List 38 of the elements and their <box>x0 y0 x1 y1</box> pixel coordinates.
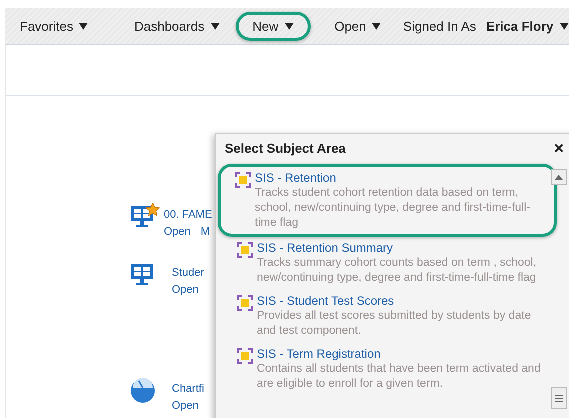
scroll-up-icon[interactable] <box>551 169 567 185</box>
item-title-link[interactable]: Chartfi <box>172 383 204 395</box>
subject-area-title: SIS - Retention Summary <box>257 241 394 256</box>
subject-area-title: SIS - Student Test Scores <box>257 294 396 309</box>
nav-menu[interactable]: New <box>236 12 311 40</box>
dialog-title: Select Subject Area <box>225 140 346 156</box>
subject-area-icon <box>235 172 251 188</box>
subject-area-item[interactable]: SIS - Term Registration Contains all students that have been term activated and are eligible to enroll for a given term. <box>220 343 551 396</box>
caret-icon <box>79 22 88 30</box>
item-action-link[interactable]: Open <box>172 400 199 412</box>
subject-area-item[interactable]: SIS - Retention Summary Tracks summary cohort counts based on term , school, new/continuing type, degree and first-time-full-time flag <box>220 237 551 290</box>
subject-area-item[interactable]: SIS - Retention Tracks student cohort retention data based on term, school, new/continuing type, degree and first-time-full-time flag <box>218 164 557 237</box>
item-title-link[interactable]: 00. FAME <box>164 209 212 221</box>
caret-icon <box>210 22 220 30</box>
scroll-thumb[interactable] <box>551 387 567 409</box>
item-action-link[interactable]: Open <box>172 284 199 296</box>
signed-in-label: Signed In As <box>403 18 476 34</box>
subject-area-title: SIS - Term Registration <box>257 347 382 362</box>
nav-menu[interactable]: Dashboards <box>120 12 234 40</box>
item-action-link[interactable]: M <box>200 226 210 238</box>
subject-area-description: Contains all students that have been term activated and are eligible to enroll for a given term. <box>257 362 542 392</box>
subject-area-title: SIS - Retention <box>255 171 338 186</box>
caret-icon <box>372 22 382 30</box>
subject-area-icon <box>237 348 253 364</box>
subject-area-description: Tracks summary cohort counts based on term , school, new/continuing type, degree and first-time-full-time flag <box>257 256 538 286</box>
nav-menu[interactable]: Favorites <box>18 12 102 40</box>
user-menu[interactable]: Erica Flory <box>476 12 569 40</box>
item-title-link[interactable]: Studer <box>172 267 204 279</box>
item-action-link[interactable]: Open <box>164 226 191 238</box>
caret-icon <box>560 22 569 30</box>
subject-area-item[interactable]: SIS - Student Test Scores Provides all test scores submitted by students by date and test component. <box>220 290 551 343</box>
subject-area-description: Tracks student cohort retention data based on term, school, new/continuing type, degree and first-time-full-time flag <box>255 186 532 231</box>
subject-area-description: Provides all test scores submitted by students by date and test component. <box>257 309 532 339</box>
subject-area-icon <box>237 295 253 311</box>
close-button[interactable]: × <box>554 140 564 156</box>
subject-area-icon <box>237 242 253 258</box>
caret-icon <box>284 22 294 30</box>
nav-menu[interactable]: Open <box>320 12 396 40</box>
